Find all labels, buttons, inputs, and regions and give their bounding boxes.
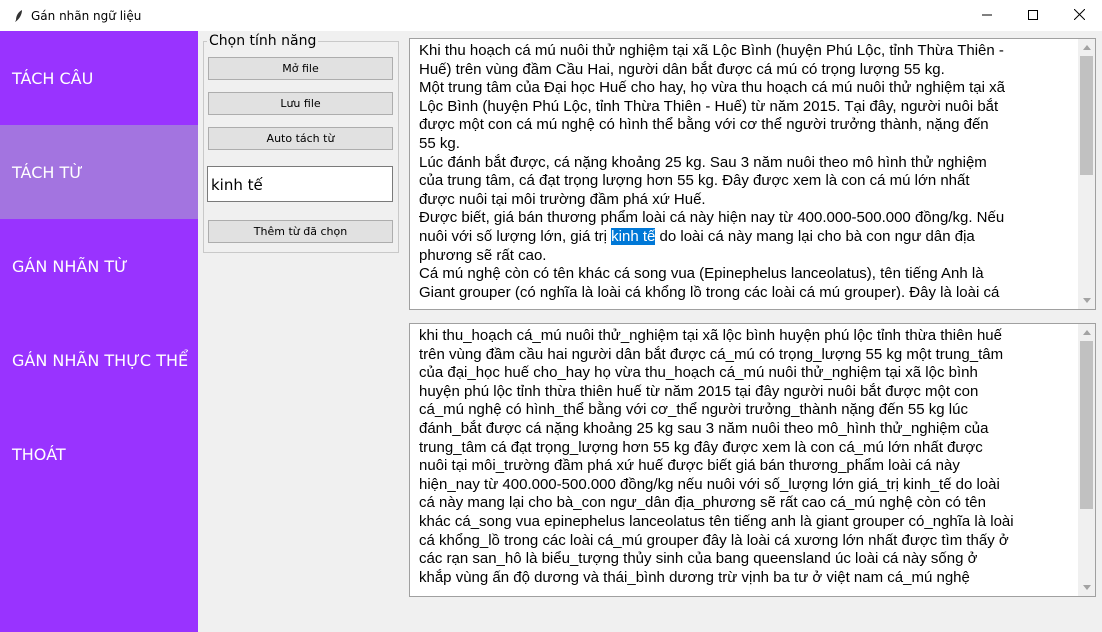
sidebar-item-label: TÁCH TỪ [12, 162, 83, 182]
text-line: của đại_học huế cho_hay họ vừa thu_hoạch… [419, 364, 978, 382]
source-scrollbar[interactable] [1078, 39, 1095, 309]
sidebar-item-thoat[interactable]: THOÁT [0, 407, 198, 501]
maximize-button[interactable] [1010, 0, 1056, 31]
text-line: nuôi tại môi_trường đầm phá xứ huế được … [419, 457, 960, 475]
window-title: Gán nhãn ngữ liệu [31, 8, 142, 23]
text-line: được một con cá mú nghệ có hình thể bằng… [419, 116, 989, 134]
text-line: trên vùng đầm cầu hai người dân bắt được… [419, 345, 1004, 363]
text-line: Một trung tâm của Đại học Huế cho hay, h… [419, 79, 1005, 97]
text-line: Giant grouper (có nghĩa là loài cá khổng… [419, 283, 1000, 301]
maximize-icon [1028, 7, 1038, 25]
auto-split-button[interactable]: Auto tách từ [208, 127, 393, 150]
text-line: khác cá_song vua epinephelus lanceolatus… [419, 512, 1014, 530]
title-bar: Gán nhãn ngữ liệu [0, 0, 1102, 31]
text-line: được nuôi tại môi trường đầm phá xứ Huế. [419, 190, 706, 208]
add-selected-word-button[interactable]: Thêm từ đã chọn [208, 220, 393, 243]
text-line: cá khổng_lồ trong các loài cá_mú grouper… [419, 531, 1009, 549]
text-line: Được biết, giá bán thương phẩm loài cá n… [419, 209, 1005, 227]
scroll-up-arrow-icon[interactable] [1078, 324, 1095, 341]
text-line: của trung tâm, cá đạt trọng lượng hơn 55… [419, 172, 970, 190]
sidebar-item-label: GÁN NHÃN THỰC THỂ [12, 350, 189, 370]
open-file-button[interactable]: Mở file [208, 57, 393, 80]
tokenized-text-area[interactable]: khi thu_hoạch cá_mú nuôi thử_nghiệm tại … [409, 323, 1096, 597]
text-line: Cá mú nghệ còn có tên khác cá song vua (… [419, 265, 984, 283]
text-segment: do loài cá này mang lại cho bà con ngư d… [655, 227, 975, 245]
scroll-thumb[interactable] [1080, 56, 1093, 175]
text-line: khi thu_hoạch cá_mú nuôi thử_nghiệm tại … [419, 327, 1002, 344]
minimize-button[interactable] [964, 0, 1010, 31]
text-line: hiện_nay từ 400.000-500.000 đồng/kg nếu … [419, 475, 1000, 493]
sidebar-item-gan-nhan-tu[interactable]: GÁN NHÃN TỪ [0, 219, 198, 313]
text-line: Lộc Bình (huyện Phú Lộc, tỉnh Thừa Thiên… [419, 97, 999, 115]
feature-group-legend: Chọn tính năng [207, 33, 319, 49]
text-line: trung_tâm cá đạt trọng_lượng hơn 55 kg đ… [419, 438, 983, 456]
source-text: Khi thu hoạch cá mú nuôi thử nghiệm tại … [419, 42, 1074, 302]
sidebar-item-label: TÁCH CÂU [12, 68, 94, 88]
text-line: phương sẽ rất cao. [419, 246, 547, 264]
text-line: Huế) trên vùng đầm Cầu Hai, người dân bắ… [419, 60, 945, 78]
sidebar: TÁCH CÂU TÁCH TỪ GÁN NHÃN TỪ GÁN NHÃN TH… [0, 31, 198, 632]
sidebar-item-tach-cau[interactable]: TÁCH CÂU [0, 31, 198, 125]
text-line: 55 kg. [419, 134, 460, 152]
text-segment: nuôi với số lượng lớn, giá trị [419, 227, 612, 245]
feather-icon [9, 6, 29, 26]
scroll-down-arrow-icon[interactable] [1078, 292, 1095, 309]
tokenized-text: khi thu_hoạch cá_mú nuôi thử_nghiệm tại … [419, 327, 1074, 587]
close-icon [1073, 7, 1085, 25]
word-entry[interactable]: kinh tế [207, 166, 393, 202]
text-line: khắp vùng ấn độ dương và thái_bình dương… [419, 568, 970, 586]
tokenized-scrollbar[interactable] [1078, 324, 1095, 596]
minimize-icon [982, 7, 992, 25]
text-line: huyện phú lộc tỉnh thừa thiên huế từ năm… [419, 382, 979, 400]
close-button[interactable] [1056, 0, 1102, 31]
text-line: Khi thu hoạch cá mú nuôi thử nghiệm tại … [419, 42, 1004, 59]
window-controls [964, 0, 1102, 31]
scroll-down-arrow-icon[interactable] [1078, 579, 1095, 596]
scroll-thumb[interactable] [1080, 341, 1093, 509]
sidebar-item-tach-tu[interactable]: TÁCH TỪ [0, 125, 198, 219]
text-line: cá này mang lại cho bà_con ngư_dân địa_p… [419, 494, 986, 512]
text-line: cá_mú nghệ có hình_thể bằng với cơ_thể n… [419, 401, 968, 419]
sidebar-item-gan-nhan-thuc-the[interactable]: GÁN NHÃN THỰC THỂ [0, 313, 198, 407]
text-line: Lúc đánh bắt được, cá nặng khoảng 25 kg.… [419, 153, 987, 171]
scroll-up-arrow-icon[interactable] [1078, 39, 1095, 56]
sidebar-item-label: GÁN NHÃN TỪ [12, 256, 128, 276]
save-file-button[interactable]: Lưu file [208, 92, 393, 115]
selected-text: kinh tế [611, 227, 656, 245]
source-text-area[interactable]: Khi thu hoạch cá mú nuôi thử nghiệm tại … [409, 38, 1096, 310]
text-line: các rạn san_hô là biểu_tượng thủy sinh c… [419, 550, 978, 568]
text-line-with-selection: nuôi với số lượng lớn, giá trị kinh tế d… [419, 227, 1074, 247]
sidebar-item-label: THOÁT [12, 444, 66, 464]
text-line: đánh_bắt được cá nặng khoảng 25 kg sau 3… [419, 419, 989, 437]
